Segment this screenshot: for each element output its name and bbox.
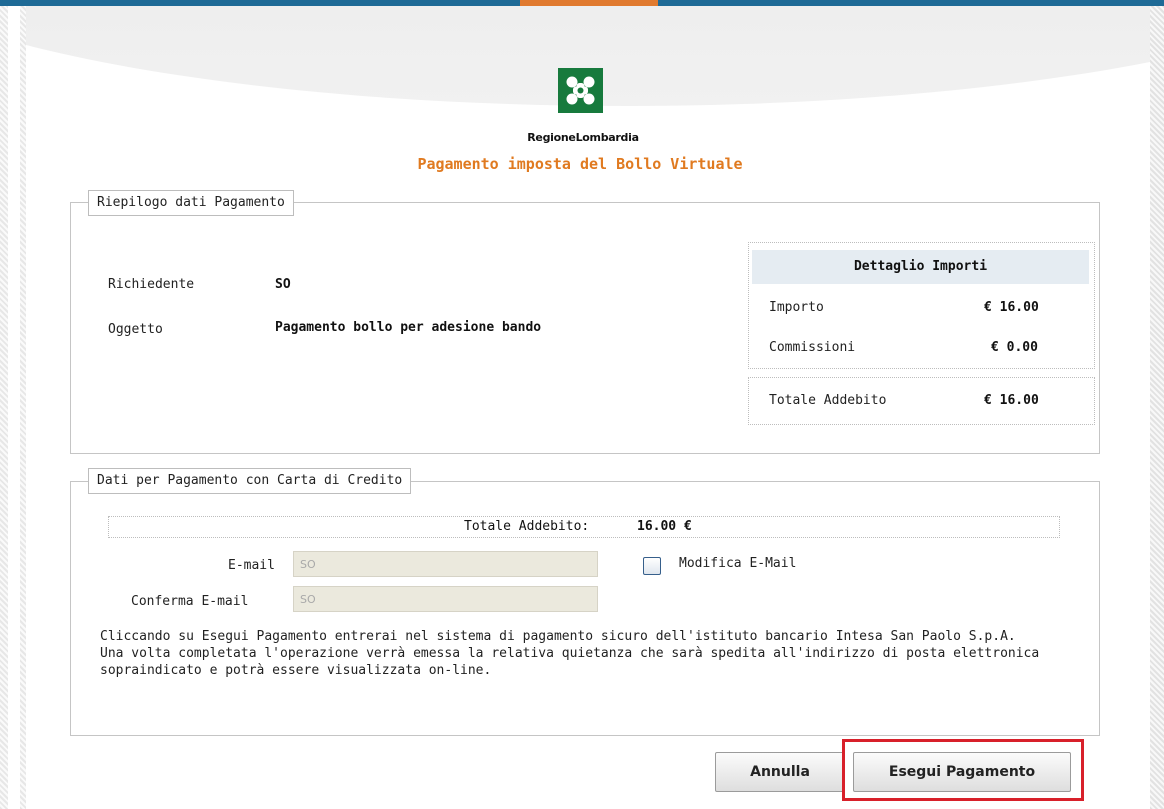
email-field[interactable]	[293, 551, 598, 577]
total-debit-label: Totale Addebito	[769, 393, 887, 408]
subject-label: Oggetto	[108, 322, 163, 337]
right-border-decoration	[1150, 6, 1164, 809]
logo-rose-icon	[558, 68, 603, 113]
email-label: E-mail	[228, 558, 275, 573]
total-debit-strip-label: Totale Addebito:	[464, 519, 590, 534]
confirm-email-label: Conferma E-mail	[131, 594, 249, 609]
amount-value: € 16.00	[984, 300, 1039, 315]
cancel-button[interactable]: Annulla	[715, 752, 845, 792]
left-border-decoration	[0, 6, 8, 809]
amount-label: Importo	[769, 300, 824, 315]
payment-info-line-2: Una volta completata l'operazione verrà …	[100, 646, 1040, 678]
summary-legend: Riepilogo dati Pagamento	[88, 190, 294, 216]
total-debit-value: € 16.00	[984, 393, 1039, 408]
requester-value: SO	[275, 277, 291, 292]
total-debit-strip: Totale Addebito: 16.00 €	[108, 516, 1060, 538]
payment-info-text: Cliccando su Esegui Pagamento entrerai n…	[100, 628, 1070, 679]
fees-value: € 0.00	[991, 340, 1038, 355]
total-debit-strip-value: 16.00 €	[637, 519, 692, 534]
modify-email-label[interactable]: Modifica E-Mail	[679, 556, 796, 571]
amount-details-heading: Dettaglio Importi	[752, 250, 1089, 284]
payment-info-line-1: Cliccando su Esegui Pagamento entrerai n…	[100, 629, 1016, 644]
requester-label: Richiedente	[108, 277, 195, 292]
credit-card-legend: Dati per Pagamento con Carta di Credito	[88, 468, 412, 494]
subject-value: Pagamento bollo per adesione bando	[275, 320, 542, 335]
confirm-email-field[interactable]	[293, 586, 598, 612]
logo-text: RegioneLombardia	[527, 131, 639, 144]
fees-label: Commissioni	[769, 340, 856, 355]
modify-email-checkbox[interactable]	[643, 557, 661, 575]
execute-payment-button[interactable]: Esegui Pagamento	[853, 752, 1071, 792]
page-title: Pagamento imposta del Bollo Virtuale	[417, 155, 743, 173]
regione-lombardia-logo: RegioneLombardia	[510, 68, 656, 146]
